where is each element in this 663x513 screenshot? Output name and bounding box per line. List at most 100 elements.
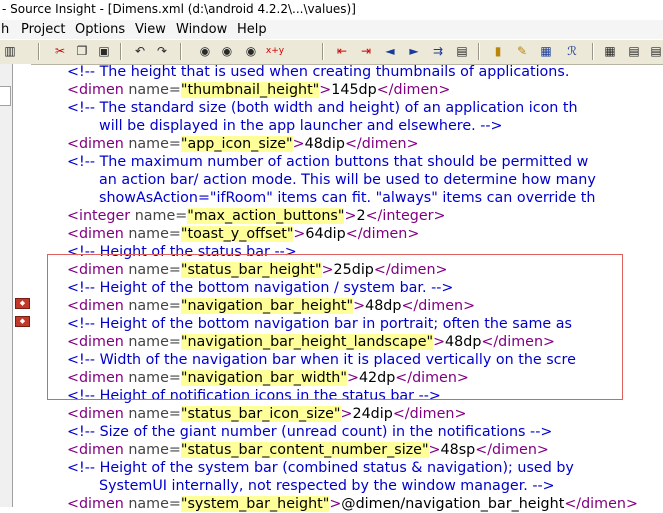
code-line[interactable]: will be displayed in the app launcher an… (99, 117, 503, 135)
code-line[interactable]: <dimen name="toast_y_offset">64dip</dime… (67, 225, 419, 243)
redo-icon[interactable]: ↷ (154, 43, 170, 59)
xml-attribute-value: "thumbnail_height" (180, 82, 320, 98)
comment-text: <!-- The standard size (both width and h… (67, 100, 578, 116)
comment-text: <!-- Size of the giant number (unread co… (67, 424, 553, 440)
xml-tag: > (428, 442, 441, 458)
xml-text: 48dp (445, 334, 482, 350)
code-line[interactable]: <!-- Height of the bottom navigation / s… (67, 279, 453, 297)
copy-icon[interactable]: ❐ (74, 43, 90, 59)
xml-attribute-value: "navigation_bar_height" (180, 298, 354, 314)
menu-window[interactable]: Window (176, 22, 227, 37)
code-line[interactable]: SystemUI internally, not respected by th… (99, 477, 555, 495)
highlight-icon[interactable]: ✎ (514, 43, 530, 59)
xml-attribute-name: name= (128, 496, 181, 512)
code-line[interactable]: <dimen name="app_icon_size">48dip</dimen… (67, 135, 419, 153)
paste-icon[interactable]: ▣ (96, 43, 112, 59)
window-title: - Source Insight - [Dimens.xml (d:\andro… (2, 2, 356, 16)
code-line[interactable]: <dimen name="thumbnail_height">145dp</di… (67, 81, 450, 99)
xml-text: 48sp (440, 442, 476, 458)
code-line[interactable]: <dimen name="system_bar_height">@dimen/n… (67, 495, 638, 513)
menu-options[interactable]: Options (75, 22, 125, 37)
xml-tag: </dimen> (481, 334, 555, 350)
xml-attribute-name: name= (128, 406, 181, 422)
window-icon[interactable]: ▤ (454, 43, 470, 59)
xml-text: 48dip (304, 136, 345, 152)
find-icon[interactable]: ◉ (197, 43, 213, 59)
xml-text: 2 (356, 208, 366, 224)
code-line[interactable]: <!-- Height of notification icons in the… (67, 387, 441, 405)
replace-icon[interactable]: x+y (263, 43, 287, 59)
xml-tag: <dimen (67, 406, 129, 422)
toolbar: ▥ ✂ ❐ ▣ ↶ ↷ ◉ ◉ ◉ x+y ⇤ ⇥ ◄ ► ⇉ ▤ ▮ ✎ ▦ … (0, 39, 663, 65)
xml-tag: <dimen (67, 442, 129, 458)
menu-help[interactable]: Help (237, 22, 267, 37)
xml-attribute-name: name= (128, 298, 181, 314)
menu-view[interactable]: View (135, 22, 166, 37)
code-editor[interactable]: <!-- The height that is used when creati… (0, 63, 663, 512)
find-prev-icon[interactable]: ◉ (243, 43, 259, 59)
xml-tag: </dimen> (392, 406, 467, 422)
xml-tag: > (346, 370, 359, 386)
menu-project[interactable]: Project (21, 22, 65, 37)
comment-text: <!-- The maximum number of action button… (67, 154, 589, 170)
code-line[interactable]: <!-- Height of the system bar (combined … (67, 459, 574, 477)
xml-text: 64dip (305, 226, 346, 242)
code-line[interactable]: <!-- The standard size (both width and h… (67, 99, 578, 117)
code-line[interactable]: an action bar/ action mode. This will be… (99, 171, 596, 189)
code-line[interactable]: <dimen name="navigation_bar_height_lands… (67, 333, 555, 351)
code-line[interactable]: <!-- Width of the navigation bar when it… (67, 351, 576, 369)
list-icon[interactable]: ▤ (626, 43, 642, 59)
relation-icon[interactable]: ℛ (564, 43, 580, 59)
jump-forward-icon[interactable]: ⇥ (358, 43, 374, 59)
xml-text: 48dp (365, 298, 402, 314)
save-icon[interactable]: ▥ (2, 43, 18, 59)
xml-tag: </dimen> (344, 136, 419, 152)
code-line[interactable]: <!-- Size of the giant number (unread co… (67, 423, 552, 441)
xml-tag: > (319, 82, 332, 98)
arrow-left-icon[interactable]: ◄ (382, 43, 398, 59)
comment-text: showAsAction="ifRoom" items can fit. "al… (99, 190, 596, 206)
code-line[interactable]: <!-- Height of the bottom navigation bar… (67, 315, 572, 333)
jump-back-icon[interactable]: ⇤ (334, 43, 350, 59)
xml-tag: <dimen (67, 82, 129, 98)
xml-tag: </dimen> (373, 262, 448, 278)
code-line[interactable]: <!-- The height that is used when creati… (67, 63, 569, 81)
xml-attribute-name: name= (128, 136, 181, 152)
xml-tag: > (329, 496, 342, 512)
code-line[interactable]: <dimen name="navigation_bar_height">48dp… (67, 297, 475, 315)
xml-attribute-name: name= (128, 442, 181, 458)
xml-tag: > (344, 208, 357, 224)
code-line[interactable]: <dimen name="navigation_bar_width">42dp<… (67, 369, 469, 387)
xml-tag: > (292, 136, 305, 152)
code-line[interactable]: <!-- Height of the status bar --> (67, 243, 297, 261)
xml-tag: </dimen> (345, 226, 420, 242)
code-line[interactable]: <dimen name="status_bar_height">25dip</d… (67, 261, 447, 279)
arrow-right-icon[interactable]: ► (406, 43, 422, 59)
menu-file[interactable]: h (1, 22, 9, 37)
xml-tag: <dimen (67, 334, 129, 350)
comment-text: <!-- Width of the navigation bar when it… (67, 352, 576, 368)
comment-text: <!-- The height that is used when creati… (67, 64, 570, 80)
code-line[interactable]: <!-- The maximum number of action button… (67, 153, 588, 171)
code-line[interactable]: <dimen name="status_bar_content_number_s… (67, 441, 549, 459)
code-line[interactable]: <dimen name="status_bar_icon_size">24dip… (67, 405, 466, 423)
book-icon[interactable]: ▦ (538, 43, 554, 59)
arrow-jump-icon[interactable]: ⇉ (430, 43, 446, 59)
xml-tag: > (433, 334, 446, 350)
xml-tag: </dimen> (395, 370, 469, 386)
xml-attribute-value: "navigation_bar_height_landscape" (180, 334, 434, 350)
lock-icon[interactable]: ▮ (490, 43, 506, 59)
cut-icon[interactable]: ✂ (52, 43, 68, 59)
xml-attribute-value: "status_bar_icon_size" (180, 406, 341, 422)
undo-icon[interactable]: ↶ (132, 43, 148, 59)
xml-attribute-value: "status_bar_content_number_size" (180, 442, 429, 458)
xml-tag: <dimen (67, 496, 129, 512)
xml-tag: <dimen (67, 298, 129, 314)
code-line[interactable]: showAsAction="ifRoom" items can fit. "al… (99, 189, 595, 207)
browse-icon[interactable]: ▤ (648, 43, 663, 59)
xml-tag: </dimen> (564, 496, 638, 512)
code-line[interactable]: <integer name="max_action_buttons">2</in… (67, 207, 446, 225)
layout-icon[interactable]: ▦ (602, 43, 618, 59)
xml-attribute-name: name= (134, 208, 188, 224)
find-next-icon[interactable]: ◉ (219, 43, 235, 59)
